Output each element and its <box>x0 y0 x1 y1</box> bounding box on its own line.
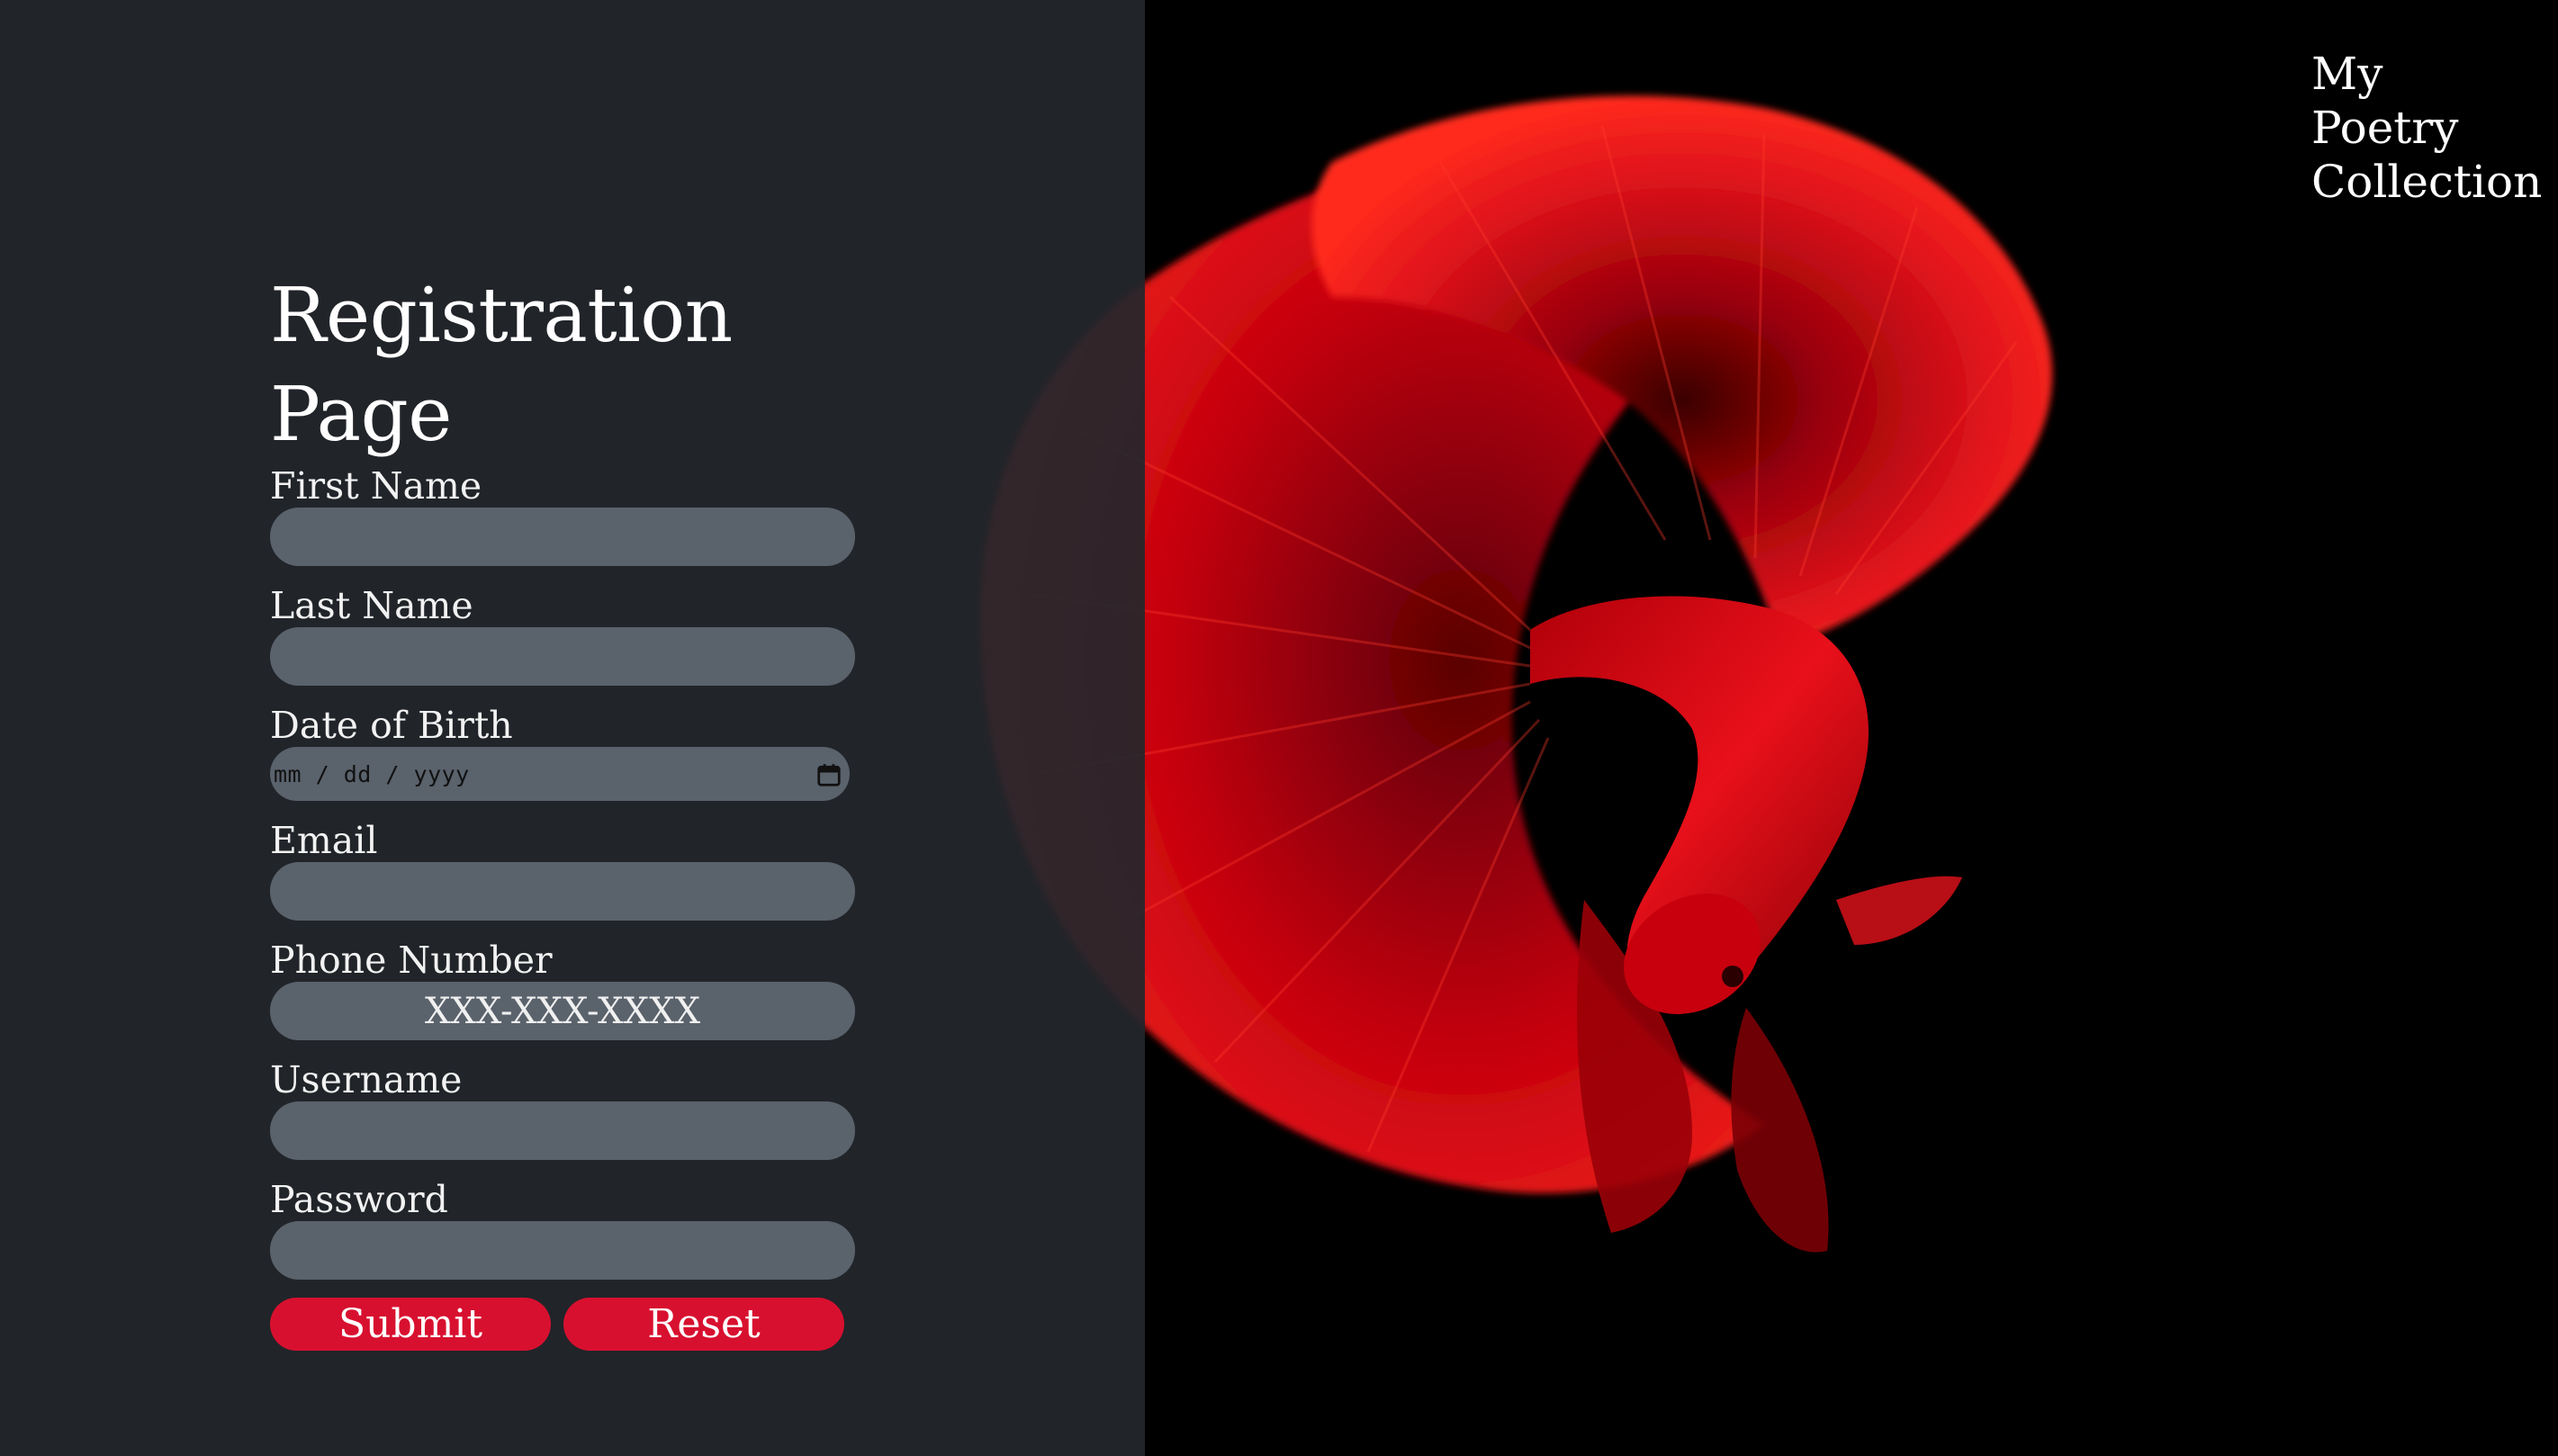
phone-label: Phone Number <box>270 939 553 982</box>
registration-form: Registration Page First Name Last Name D… <box>270 266 864 1351</box>
dob-placeholder: mm / dd / yyyy <box>274 761 470 787</box>
username-label: Username <box>270 1058 463 1101</box>
calendar-icon[interactable] <box>815 761 842 788</box>
dob-label: Date of Birth <box>270 704 513 747</box>
username-input[interactable] <box>270 1101 855 1160</box>
site-title: My Poetry Collection <box>2311 47 2554 209</box>
email-input[interactable] <box>270 862 855 921</box>
site-title-line: Collection <box>2311 156 2543 208</box>
site-title-line: Poetry <box>2311 102 2459 154</box>
email-label: Email <box>270 819 378 862</box>
password-input[interactable] <box>270 1221 855 1280</box>
phone-input[interactable] <box>270 982 855 1040</box>
form-actions: Submit Reset <box>270 1298 864 1351</box>
submit-button[interactable]: Submit <box>270 1298 551 1351</box>
first-name-label: First Name <box>270 464 482 508</box>
password-label: Password <box>270 1178 448 1221</box>
dob-input[interactable]: mm / dd / yyyy <box>270 747 850 801</box>
reset-button[interactable]: Reset <box>563 1298 844 1351</box>
last-name-input[interactable] <box>270 627 855 686</box>
last-name-label: Last Name <box>270 584 473 627</box>
site-title-line: My <box>2311 48 2383 100</box>
registration-page: My Poetry Collection Registration Page F… <box>0 0 2558 1456</box>
first-name-input[interactable] <box>270 508 855 566</box>
page-title: Registration Page <box>270 272 733 458</box>
